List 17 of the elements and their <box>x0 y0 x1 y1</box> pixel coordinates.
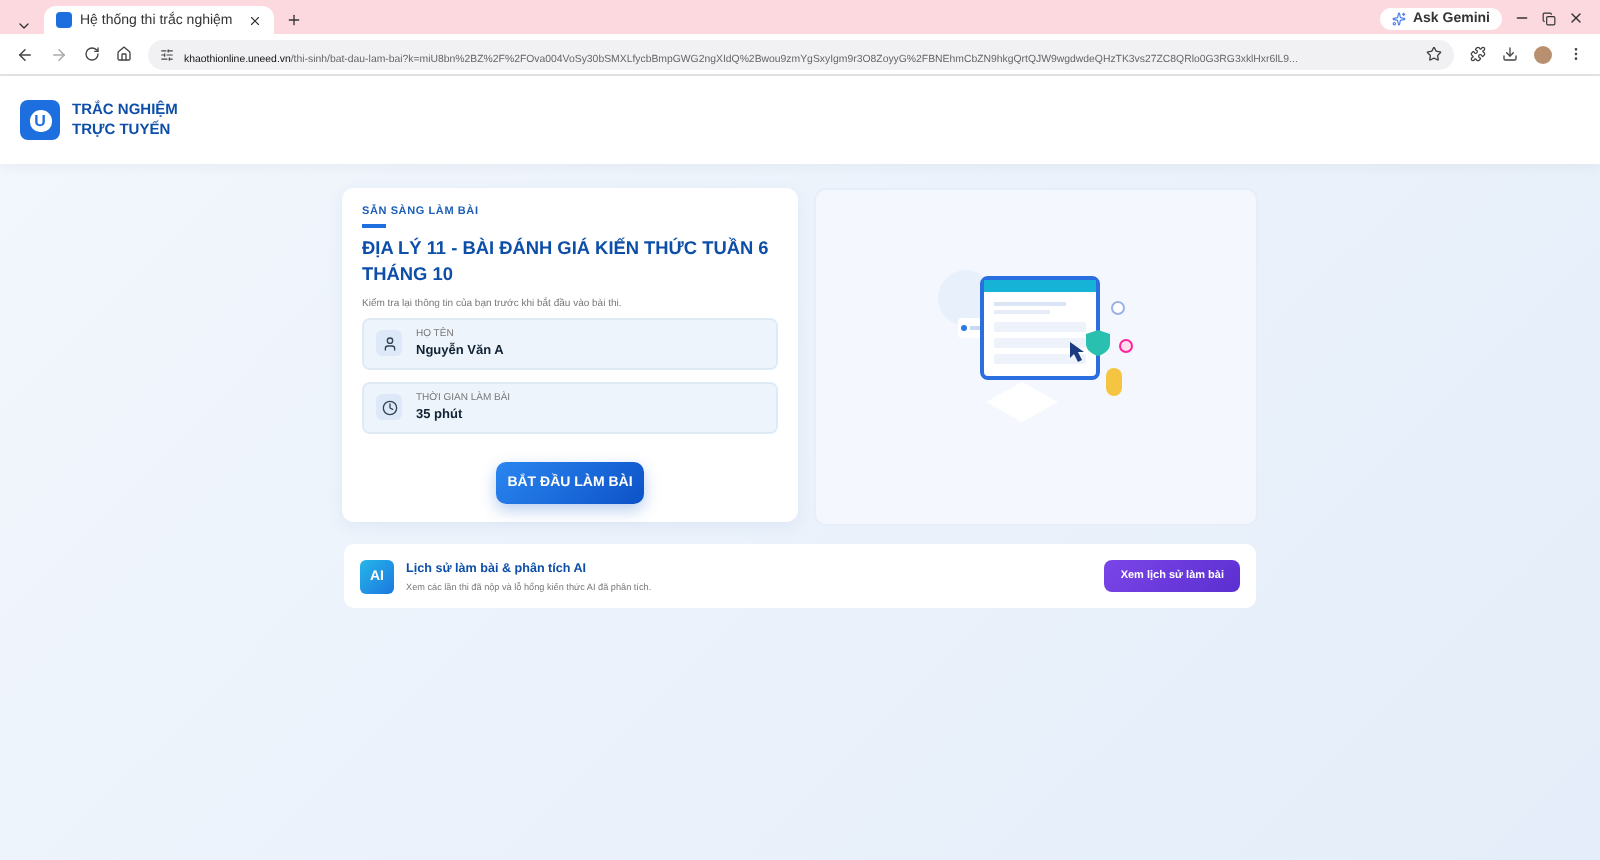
site-settings-icon[interactable] <box>160 47 174 61</box>
restore-icon[interactable] <box>1542 12 1556 26</box>
download-icon[interactable] <box>1502 46 1518 62</box>
close-icon[interactable] <box>1568 10 1584 26</box>
bookmark-icon[interactable] <box>1426 46 1442 62</box>
reload-icon[interactable] <box>84 46 100 62</box>
back-icon[interactable] <box>16 45 34 63</box>
logo-icon: U <box>20 100 60 140</box>
new-tab-icon[interactable] <box>286 12 302 28</box>
user-icon <box>376 330 402 356</box>
close-icon[interactable] <box>248 13 262 27</box>
sparkle-icon <box>1392 12 1407 26</box>
exam-title: ĐỊA LÝ 11 - BÀI ĐÁNH GIÁ KIẾN THỨC TUẦN 6 THÁNG 10 <box>362 235 771 287</box>
clock-icon <box>376 394 402 420</box>
extensions-icon[interactable] <box>1470 46 1486 62</box>
home-icon[interactable] <box>116 46 132 62</box>
tab-list-icon[interactable] <box>16 18 32 34</box>
